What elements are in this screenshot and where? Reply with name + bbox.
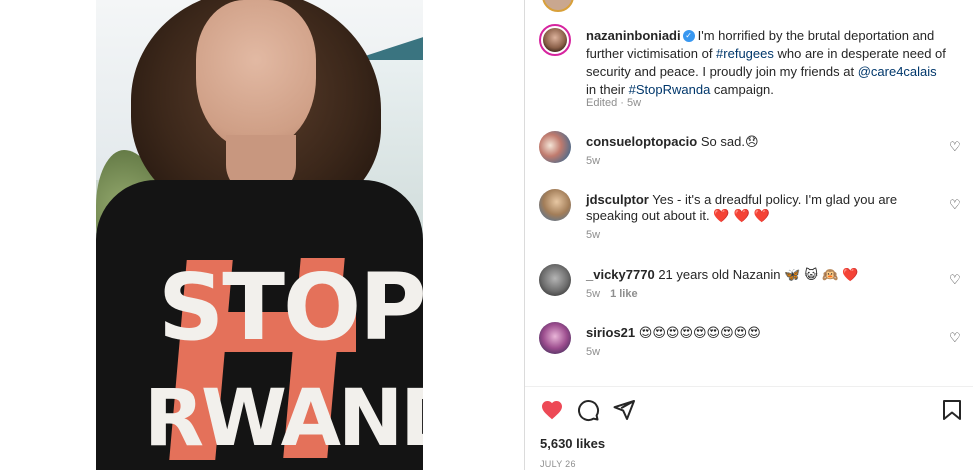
comment-like-heart-icon[interactable]: ♡ bbox=[949, 197, 961, 213]
mention-link[interactable]: @care4calais bbox=[858, 64, 937, 79]
commenter-avatar[interactable] bbox=[539, 322, 571, 354]
post-date: JULY 26 bbox=[540, 459, 576, 469]
comment-time: 5w bbox=[586, 155, 601, 167]
comment-body: consueloptopacio So sad.😞 bbox=[586, 134, 926, 151]
shirt-text-stop: STOP bbox=[158, 254, 423, 361]
comment-emoji: 😍😍😍😍😍😍😍😍😍 bbox=[638, 326, 761, 341]
comment-button[interactable] bbox=[576, 398, 600, 422]
comment-emoji: 😞 bbox=[744, 135, 759, 150]
comment-emoji: ❤️ ❤️ ❤️ bbox=[713, 209, 771, 224]
comment-text: So sad. bbox=[700, 134, 745, 149]
comment-text: 21 years old Nazanin bbox=[658, 267, 781, 282]
actions-divider bbox=[525, 386, 973, 387]
comment-meta: 5w 1 like bbox=[586, 288, 638, 300]
header-avatar[interactable] bbox=[542, 0, 574, 12]
comment-icon bbox=[578, 400, 600, 422]
caption-meta: Edited · 5w bbox=[586, 97, 642, 109]
caption-part: campaign. bbox=[710, 82, 774, 97]
comment-like-count[interactable]: 1 like bbox=[610, 288, 638, 300]
like-button[interactable] bbox=[540, 398, 564, 422]
comment-time: 5w bbox=[586, 288, 601, 300]
heart-filled-icon bbox=[542, 401, 562, 420]
commenter-username[interactable]: jdsculptor bbox=[586, 192, 649, 207]
hashtag-link[interactable]: #refugees bbox=[716, 46, 774, 61]
commenter-avatar[interactable] bbox=[539, 131, 571, 163]
commenter-username[interactable]: _vicky7770 bbox=[586, 267, 655, 282]
comment-time: 5w bbox=[586, 346, 601, 358]
photo-face bbox=[196, 0, 316, 150]
commenter-username[interactable]: sirios21 bbox=[586, 325, 635, 340]
post-side-panel: nazaninboniadi ✓ I'm horrified by the brut… bbox=[525, 0, 973, 470]
author-avatar[interactable] bbox=[539, 24, 571, 56]
post-media: STOP RWANDA bbox=[0, 0, 524, 470]
shirt-text-rwanda: RWANDA bbox=[144, 374, 423, 464]
caption-text: nazaninboniadi ✓ I'm horrified by the brut… bbox=[586, 27, 946, 99]
bookmark-icon bbox=[943, 400, 961, 420]
save-button[interactable] bbox=[940, 398, 964, 422]
share-button[interactable] bbox=[612, 398, 636, 422]
comment-emoji: 🦋 😺 🙉 ❤️ bbox=[784, 268, 859, 283]
comment-body: jdsculptor Yes - it's a dreadful policy.… bbox=[586, 192, 926, 225]
likes-count[interactable]: 5,630 likes bbox=[540, 436, 605, 451]
commenter-avatar[interactable] bbox=[539, 264, 571, 296]
commenter-username[interactable]: consueloptopacio bbox=[586, 134, 697, 149]
comment-body: sirios21 😍😍😍😍😍😍😍😍😍 bbox=[586, 325, 926, 342]
comment-time: 5w bbox=[586, 229, 601, 241]
paper-plane-icon bbox=[613, 400, 635, 420]
comment-body: _vicky7770 21 years old Nazanin 🦋 😺 🙉 ❤️ bbox=[586, 267, 926, 284]
caption-part: in their bbox=[586, 82, 629, 97]
comment-like-heart-icon[interactable]: ♡ bbox=[949, 272, 961, 288]
commenter-avatar[interactable] bbox=[539, 189, 571, 221]
comment-like-heart-icon[interactable]: ♡ bbox=[949, 139, 961, 155]
author-username[interactable]: nazaninboniadi bbox=[586, 28, 681, 43]
post-photo[interactable]: STOP RWANDA bbox=[96, 0, 423, 470]
verified-badge-icon: ✓ bbox=[682, 29, 695, 42]
hashtag-link[interactable]: #StopRwanda bbox=[629, 82, 711, 97]
comment-like-heart-icon[interactable]: ♡ bbox=[949, 330, 961, 346]
